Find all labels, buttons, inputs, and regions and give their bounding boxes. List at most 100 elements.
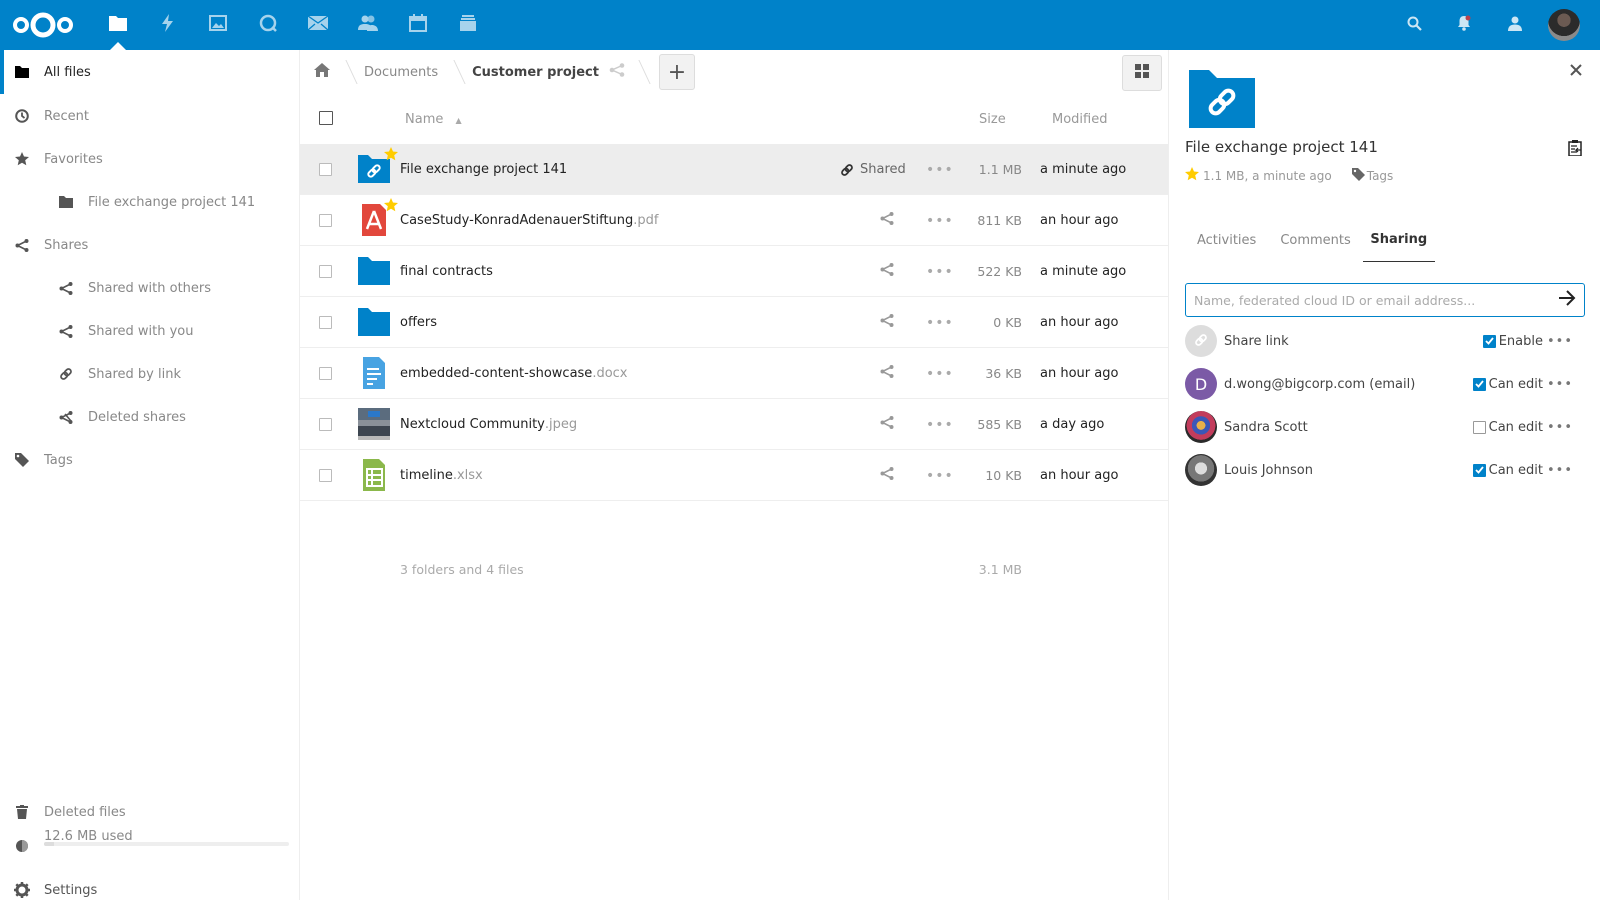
tab-comments[interactable]: Comments	[1268, 218, 1362, 262]
file-row[interactable]: final contracts ••• 522 KB a minute ago	[300, 246, 1168, 297]
share-icon[interactable]	[880, 314, 894, 331]
sidebar-item-tags[interactable]: Tags	[0, 438, 299, 482]
share-more-actions-button[interactable]: •••	[1547, 377, 1573, 392]
search-button[interactable]	[1389, 0, 1439, 50]
nextcloud-logo[interactable]	[8, 0, 78, 50]
sidebar-item-shares[interactable]: Shares	[0, 223, 299, 267]
permission-checkbox[interactable]	[1472, 377, 1486, 391]
app-gallery[interactable]	[193, 0, 243, 50]
row-checkbox[interactable]	[319, 367, 332, 380]
share-with-input[interactable]	[1194, 292, 1558, 308]
more-actions-button[interactable]: •••	[926, 162, 954, 178]
new-file-button[interactable]: +	[658, 54, 695, 90]
select-all-checkbox[interactable]	[319, 111, 333, 125]
row-checkbox[interactable]	[319, 163, 332, 176]
sidebar-item-shared-by-link[interactable]: Shared by link	[0, 352, 299, 396]
contacts-menu-button[interactable]	[1489, 0, 1539, 50]
file-row[interactable]: offers ••• 0 KB an hour ago	[300, 297, 1168, 348]
sort-by-size[interactable]: Size	[979, 112, 1006, 127]
settings-button[interactable]: Settings	[0, 868, 299, 912]
notifications-button[interactable]	[1439, 0, 1489, 50]
sidebar-item-shared-with-you[interactable]: Shared with you	[0, 309, 299, 353]
more-actions-button[interactable]: •••	[926, 264, 954, 280]
share-icon[interactable]	[880, 365, 894, 382]
row-checkbox[interactable]	[319, 316, 332, 329]
row-checkbox[interactable]	[319, 418, 332, 431]
permission-checkbox[interactable]	[1482, 334, 1496, 348]
permission-checkbox[interactable]	[1472, 420, 1486, 434]
app-activity[interactable]	[143, 0, 193, 50]
tags-button[interactable]: Tags	[1351, 167, 1393, 184]
file-row[interactable]: File exchange project 141 Shared ••• 1.1…	[300, 144, 1168, 195]
row-checkbox[interactable]	[319, 469, 332, 482]
permission-label: Can edit	[1488, 462, 1543, 478]
file-row[interactable]: CaseStudy-KonradAdenauerStiftung .pdf •••…	[300, 195, 1168, 246]
shared-status-button[interactable]: Shared	[840, 144, 906, 195]
sort-by-modified[interactable]: Modified	[1052, 112, 1107, 127]
sidebar-item-shared-with-others[interactable]: Shared with others	[0, 266, 299, 310]
file-name[interactable]: timeline .xlsx	[400, 450, 483, 501]
app-mail[interactable]	[293, 0, 343, 50]
favorite-star-icon[interactable]	[1185, 167, 1199, 184]
user-avatar[interactable]	[1548, 9, 1580, 41]
sidebar-item-deleted-shares[interactable]: Deleted shares	[0, 395, 299, 439]
permission-checkbox[interactable]	[1472, 463, 1486, 477]
file-name[interactable]: Nextcloud Community .jpeg	[400, 399, 577, 450]
file-row[interactable]: Nextcloud Community .jpeg ••• 585 KB a da…	[300, 399, 1168, 450]
app-calendar[interactable]	[393, 0, 443, 50]
more-actions-button[interactable]: •••	[926, 366, 954, 382]
sidebar-item-file-exchange-project-141[interactable]: File exchange project 141	[0, 180, 299, 224]
tab-activities[interactable]: Activities	[1185, 218, 1268, 262]
more-actions-button[interactable]: •••	[926, 417, 954, 433]
file-size: 36 KB	[985, 366, 1022, 381]
file-name[interactable]: embedded-content-showcase .docx	[400, 348, 628, 399]
more-actions-button[interactable]: •••	[926, 213, 954, 229]
app-deck[interactable]	[443, 0, 493, 50]
tag-icon	[1351, 167, 1365, 184]
app-files[interactable]	[93, 0, 143, 50]
app-talk[interactable]	[243, 0, 293, 50]
more-actions-button[interactable]: •••	[926, 468, 954, 484]
file-name[interactable]: CaseStudy-KonradAdenauerStiftung .pdf	[400, 195, 659, 246]
file-basename: CaseStudy-KonradAdenauerStiftung	[400, 213, 634, 228]
copy-link-button[interactable]	[1568, 140, 1582, 160]
app-contacts[interactable]	[343, 0, 393, 50]
file-size: 10 KB	[985, 468, 1022, 483]
file-row[interactable]: embedded-content-showcase .docx ••• 36 KB…	[300, 348, 1168, 399]
gear-icon	[0, 882, 44, 898]
submit-arrow-icon[interactable]	[1558, 290, 1576, 310]
file-name[interactable]: File exchange project 141	[400, 144, 567, 195]
share-icon[interactable]	[880, 467, 894, 484]
permission-toggle[interactable]: Can edit	[1472, 462, 1543, 478]
share-more-actions-button[interactable]: •••	[1547, 463, 1573, 478]
more-actions-button[interactable]: •••	[926, 315, 954, 331]
permission-toggle[interactable]: Can edit	[1472, 420, 1543, 435]
row-checkbox[interactable]	[319, 265, 332, 278]
tab-sharing[interactable]: Sharing	[1362, 218, 1435, 262]
share-icon[interactable]	[880, 212, 894, 229]
permission-toggle[interactable]: Enable	[1482, 334, 1543, 349]
file-row[interactable]: timeline .xlsx ••• 10 KB an hour ago	[300, 450, 1168, 501]
breadcrumb-customer-project[interactable]: Customer project	[454, 50, 639, 94]
permission-toggle[interactable]: Can edit	[1472, 377, 1543, 392]
share-icon[interactable]	[609, 63, 625, 81]
file-name[interactable]: final contracts	[400, 246, 493, 297]
close-details-button[interactable]	[1564, 60, 1588, 84]
sort-by-name[interactable]: Name ▲	[405, 112, 462, 127]
row-checkbox[interactable]	[319, 214, 332, 227]
share-icon[interactable]	[880, 263, 894, 280]
breadcrumb-documents[interactable]: Documents	[346, 50, 454, 94]
share-more-actions-button[interactable]: •••	[1547, 334, 1573, 349]
breadcrumb-home[interactable]	[300, 50, 346, 94]
sidebar-item-favorites[interactable]: Favorites	[0, 137, 299, 181]
favorite-star-icon	[384, 198, 398, 216]
avatar	[1185, 454, 1217, 486]
file-name[interactable]: offers	[400, 297, 437, 348]
share-more-actions-button[interactable]: •••	[1547, 420, 1573, 435]
share-icon[interactable]	[880, 416, 894, 433]
quota-pie-icon	[0, 839, 44, 853]
pdf-icon	[358, 198, 398, 236]
grid-view-toggle[interactable]	[1122, 55, 1162, 91]
sidebar-item-all-files[interactable]: All files	[0, 50, 299, 94]
sidebar-item-recent[interactable]: Recent	[0, 94, 299, 138]
